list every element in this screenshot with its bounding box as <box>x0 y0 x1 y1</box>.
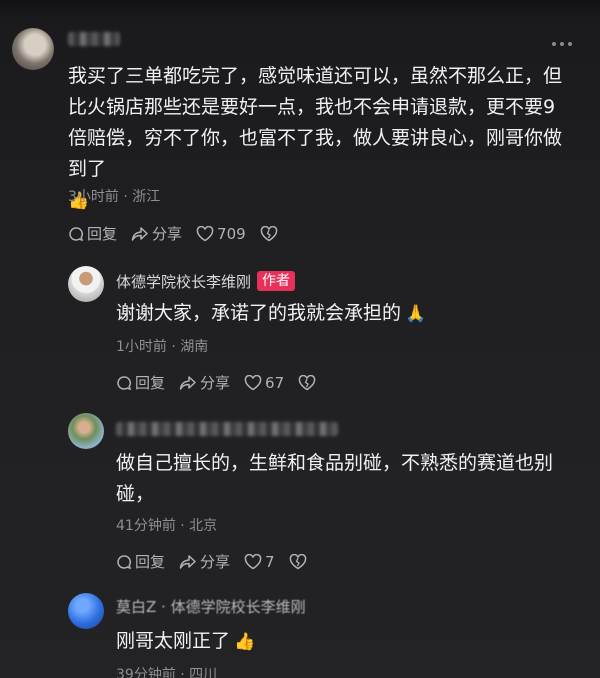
reply-icon <box>117 375 132 390</box>
broken-heart-icon <box>260 225 277 241</box>
heart-icon <box>244 374 262 390</box>
comment-body: 刚哥太刚正了 <box>116 630 231 652</box>
comment-text: 做自己擅长的，生鲜和食品别碰，不熟悉的赛道也别碰， <box>116 448 556 510</box>
commenter-name-blurred[interactable] <box>68 32 120 46</box>
share-icon <box>179 554 196 569</box>
share-icon <box>131 226 148 241</box>
like-button[interactable]: 709 <box>196 225 246 243</box>
reply-meta: 1小时前 · 湖南 <box>116 339 209 355</box>
author-name-text: 体德学院校长李维刚 <box>116 273 252 291</box>
share-label: 分享 <box>200 374 231 392</box>
reply-label: 回复 <box>135 374 166 392</box>
author-avatar[interactable] <box>68 266 104 302</box>
share-button[interactable]: 分享 <box>179 372 230 393</box>
broken-heart-icon <box>298 374 316 390</box>
avatar[interactable] <box>68 413 104 449</box>
more-icon[interactable] <box>552 40 572 48</box>
comment-meta: 3小时前 · 浙江 <box>68 189 161 205</box>
reply-button[interactable]: 回复 <box>116 372 165 393</box>
share-button[interactable]: 分享 <box>179 551 230 572</box>
reply-icon <box>117 554 132 569</box>
comment-body: 做自己擅长的，生鲜和食品别碰，不熟悉的赛道也别碰， <box>116 452 554 505</box>
share-label: 分享 <box>152 225 183 243</box>
reply-icon <box>69 226 84 241</box>
dislike-button[interactable] <box>289 553 310 570</box>
share-button[interactable]: 分享 <box>131 223 182 244</box>
like-count: 7 <box>265 552 275 571</box>
thumbs-up-emoji: 👍 <box>234 632 256 652</box>
like-button[interactable]: 7 <box>244 553 275 571</box>
dislike-button[interactable] <box>298 374 319 391</box>
comment-meta: 41分钟前 · 北京 <box>116 518 218 534</box>
heart-icon <box>244 553 262 569</box>
commenter-name-blurred[interactable] <box>116 422 338 436</box>
praying-hands-emoji: 🙏 <box>405 304 427 324</box>
reply-label: 回复 <box>135 553 166 571</box>
top-fade <box>0 0 600 20</box>
like-count: 67 <box>265 373 285 392</box>
broken-heart-icon <box>289 553 306 569</box>
comment-meta: 39分钟前 · 四川 <box>116 667 218 678</box>
dislike-button[interactable] <box>260 225 281 242</box>
comment-text: 刚哥太刚正了 👍 <box>116 626 556 658</box>
like-count: 709 <box>217 224 246 243</box>
reply-body: 谢谢大家，承诺了的我就会承担的 <box>116 302 402 324</box>
comment-list: 我买了三单都吃完了，感觉味道还可以，虽然不那么正，但比火锅店那些还是要好一点，我… <box>0 0 600 678</box>
reply-button[interactable]: 回复 <box>116 551 165 572</box>
comment-actions: 回复 分享 709 <box>68 223 281 244</box>
avatar[interactable] <box>68 593 104 629</box>
author-name[interactable]: 体德学院校长李维刚 作者 <box>116 271 296 292</box>
reply-label: 回复 <box>87 225 118 243</box>
heart-icon <box>196 225 214 241</box>
comment-body: 我买了三单都吃完了，感觉味道还可以，虽然不那么正，但比火锅店那些还是要好一点，我… <box>68 65 563 180</box>
reply-button[interactable]: 回复 <box>68 223 117 244</box>
share-label: 分享 <box>200 553 231 571</box>
share-icon <box>179 375 196 390</box>
author-badge: 作者 <box>257 271 296 291</box>
avatar[interactable] <box>12 28 54 70</box>
reply-text: 谢谢大家，承诺了的我就会承担的 🙏 <box>116 298 576 330</box>
like-button[interactable]: 67 <box>244 374 284 392</box>
comment-actions: 回复 分享 7 <box>116 551 310 572</box>
reply-to-line[interactable]: 莫白Z · 体德学院校长李维刚 <box>116 596 306 617</box>
reply-actions: 回复 分享 67 <box>116 372 319 393</box>
